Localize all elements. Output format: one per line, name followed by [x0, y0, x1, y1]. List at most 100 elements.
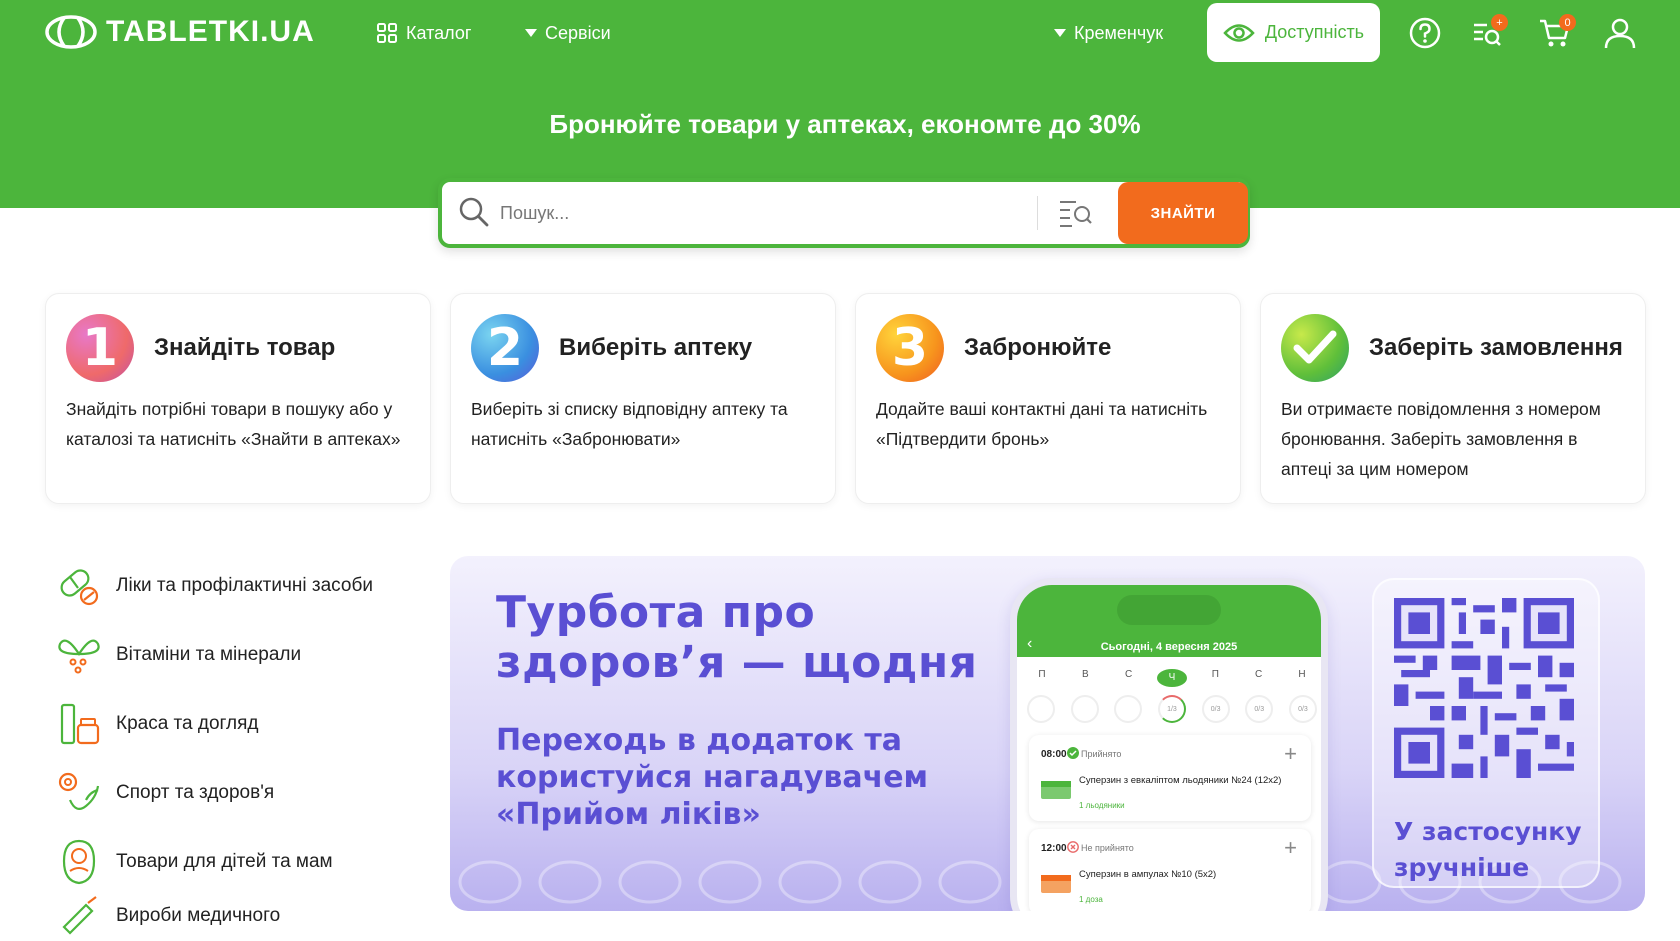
cart-count-badge: 0 — [1559, 14, 1576, 31]
category-label: Вироби медичного — [116, 905, 281, 926]
category-item[interactable]: Спорт та здоров'я — [56, 768, 274, 818]
logo-text: TABLETKI.UA — [106, 15, 315, 48]
sport-icon — [56, 770, 102, 816]
category-item[interactable]: Краса та догляд — [56, 699, 259, 749]
med-name: Суперзин в ампулах №10 (5х2) — [1079, 869, 1217, 880]
step-title: Знайдіть товар — [154, 334, 336, 361]
med-name: Суперзин з евкаліптом льодяники №24 (12х… — [1079, 775, 1282, 786]
catalog-label: Каталог — [406, 22, 472, 43]
banner-subtitle: Переходь в додаток та користуйся нагадув… — [496, 723, 929, 832]
advanced-search-icon[interactable] — [1058, 196, 1094, 230]
checkmark-icon — [1281, 314, 1349, 382]
medication-card: 12:00 Не прийнято + Суперзин в ампулах №… — [1029, 829, 1311, 911]
day-label: Н — [1298, 669, 1306, 680]
accessibility-button[interactable]: Доступність — [1207, 3, 1380, 62]
search-bar: ЗНАЙТИ — [438, 178, 1250, 248]
category-label: Вітаміни та мінерали — [116, 644, 302, 665]
search-icon — [459, 197, 489, 227]
cross-circle-icon — [1067, 841, 1079, 853]
step-card-3: 3 Забронюйте Додайте ваші контактні дані… — [855, 293, 1241, 504]
category-label: Товари для дітей та мам — [116, 851, 333, 872]
category-label: Краса та догляд — [116, 713, 259, 734]
day-label: П — [1038, 669, 1046, 680]
intake-ring: 0/3 — [1288, 695, 1317, 723]
search-input[interactable] — [500, 198, 960, 228]
day-label: С — [1255, 669, 1263, 680]
medicine-box-icon — [1041, 781, 1071, 799]
med-dose: 1 доза — [1079, 895, 1103, 904]
cart-button[interactable]: 0 — [1536, 14, 1576, 52]
services-menu[interactable]: Сервіси — [525, 20, 611, 46]
medication-card: 08:00 Прийнято + Суперзин з евкаліптом л… — [1029, 735, 1311, 821]
user-icon — [1604, 18, 1636, 49]
step-title: Заберіть замовлення — [1369, 334, 1623, 361]
category-label: Спорт та здоров'я — [116, 782, 275, 803]
search-list-badge: + — [1491, 14, 1508, 31]
phone-date: Сьогодні, 4 вересня 2025 — [1100, 641, 1238, 653]
day-label: П — [1211, 669, 1219, 680]
intake-ring — [1114, 695, 1143, 723]
step-card-4: Заберіть замовлення Ви отримаєте повідом… — [1260, 293, 1646, 504]
phone-mockup: ‹ Сьогодні, 4 вересня 2025 П В С Ч П С Н… — [1010, 578, 1328, 911]
step-text: Виберіть зі списку відповідну аптеку та … — [471, 399, 788, 449]
day-label: В — [1081, 669, 1089, 680]
cosmetics-icon — [56, 701, 102, 747]
intake-ring: 0/3 — [1201, 695, 1230, 723]
step-card-1: 1 Знайдіть товар Знайдіть потрібні товар… — [45, 293, 431, 504]
week-days: П В С Ч П С Н — [1027, 669, 1317, 687]
header: TABLETKI.UA Каталог Сервіси Кременчук До… — [0, 0, 1680, 208]
category-item[interactable]: Товари для дітей та мам — [56, 837, 333, 887]
intake-ring — [1070, 695, 1099, 723]
intake-ring: 0/3 — [1245, 695, 1274, 723]
header-tagline: Бронюйте товари у аптеках, економте до 3… — [549, 109, 1141, 139]
med-dose: 1 льодяники — [1079, 801, 1125, 810]
caret-down-icon — [525, 29, 537, 37]
intake-ring — [1027, 695, 1055, 723]
category-item[interactable]: Вітаміни та мінерали — [56, 630, 301, 680]
eye-icon — [1223, 23, 1255, 42]
med-status: Прийнято — [1081, 749, 1122, 759]
med-time: 12:00 — [1041, 843, 1067, 854]
category-item[interactable]: Ліки та профілактичні засоби — [56, 561, 373, 611]
accessibility-label: Доступність — [1264, 22, 1365, 42]
help-button[interactable] — [1406, 14, 1444, 52]
city-label: Кременчук — [1074, 22, 1164, 43]
app-promo-banner[interactable]: Турбота про здоров’я — щодня Переходь в … — [450, 556, 1645, 911]
help-icon — [1409, 17, 1441, 49]
day-label-active: Ч — [1156, 669, 1187, 687]
step-title: Виберіть аптеку — [559, 334, 753, 361]
med-time: 08:00 — [1041, 749, 1067, 760]
plus-icon: + — [1284, 835, 1297, 860]
med-status: Не прийнято — [1081, 843, 1134, 853]
step-number-badge: 1 — [66, 314, 134, 382]
step-number-badge: 3 — [876, 314, 944, 382]
services-label: Сервіси — [545, 22, 611, 43]
qr-caption: У застосунку зручніше — [1394, 817, 1582, 882]
city-selector[interactable]: Кременчук — [1054, 20, 1163, 46]
qr-code-icon — [1394, 598, 1574, 778]
vitamins-icon — [56, 632, 102, 678]
intake-ring: 1/3 — [1157, 695, 1186, 723]
profile-button[interactable] — [1601, 14, 1639, 52]
pills-icon — [56, 563, 102, 609]
step-title: Забронюйте — [964, 334, 1112, 361]
search-submit-button[interactable]: ЗНАЙТИ — [1118, 182, 1248, 244]
phone-notch — [1117, 595, 1221, 625]
step-card-2: 2 Виберіть аптеку Виберіть зі списку від… — [450, 293, 836, 504]
step-text: Ви отримаєте повідомлення з номером брон… — [1281, 399, 1601, 479]
search-list-button[interactable]: + — [1468, 14, 1508, 52]
grid-icon — [377, 23, 397, 43]
banner-title: Турбота про здоров’я — щодня — [496, 587, 978, 688]
medicine-box-icon — [1041, 875, 1071, 893]
check-circle-icon — [1067, 747, 1079, 759]
step-number-badge: 2 — [471, 314, 539, 382]
catalog-menu[interactable]: Каталог — [376, 20, 471, 46]
medical-icon — [56, 893, 102, 939]
step-text: Додайте ваші контактні дані та натисніть… — [876, 399, 1208, 449]
day-label: С — [1125, 669, 1133, 680]
step-text: Знайдіть потрібні товари в пошуку або у … — [66, 399, 401, 449]
logo[interactable]: TABLETKI.UA — [44, 14, 315, 50]
logo-icon — [45, 15, 97, 49]
category-item[interactable]: Вироби медичного — [56, 891, 280, 941]
category-label: Ліки та профілактичні засоби — [116, 575, 373, 596]
